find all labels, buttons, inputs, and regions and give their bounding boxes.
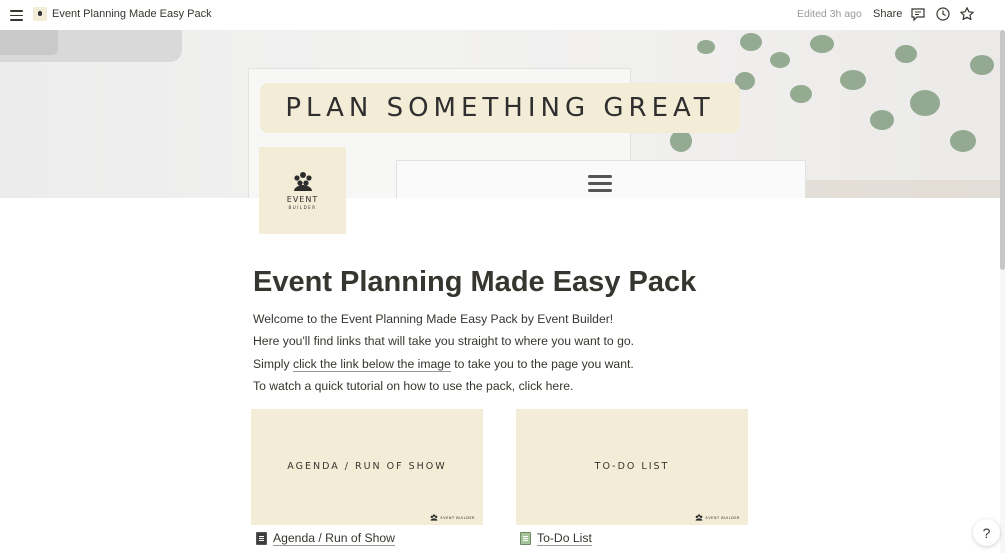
leaf-shape <box>950 130 976 152</box>
paragraph[interactable]: Welcome to the Event Planning Made Easy … <box>253 312 613 326</box>
card-title: TO-DO LIST <box>594 461 670 472</box>
event-builder-logo-icon <box>430 514 437 521</box>
leaf-shape <box>970 55 994 75</box>
card-logo-text: EVENT BUILDER <box>440 515 475 520</box>
cover-banner: PLAN SOMETHING GREAT <box>260 83 740 133</box>
leaf-shape <box>770 52 790 68</box>
scrollbar[interactable] <box>1000 30 1005 553</box>
cover-banner-text: PLAN SOMETHING GREAT <box>285 93 715 123</box>
leaf-shape <box>740 33 762 51</box>
cover-laptop-shape <box>0 30 182 62</box>
share-button[interactable]: Share <box>873 8 902 20</box>
paragraph-text: to take you to the page you want. <box>450 357 634 371</box>
star-icon[interactable] <box>959 6 975 22</box>
paragraph[interactable]: To watch a quick tutorial on how to use … <box>253 379 573 393</box>
comment-icon[interactable] <box>910 6 926 22</box>
card-link-agenda[interactable]: Agenda / Run of Show <box>256 531 395 546</box>
leaf-shape <box>840 70 866 90</box>
logo-subtext: BUILDER <box>288 205 317 210</box>
leaf-shape <box>670 130 692 152</box>
card-title: AGENDA / RUN OF SHOW <box>287 461 447 472</box>
checklist-icon <box>520 532 531 545</box>
event-builder-logo-icon <box>293 172 312 191</box>
menu-icon[interactable] <box>9 7 25 23</box>
inline-link[interactable]: click the link below the image <box>292 357 451 372</box>
leaf-shape <box>810 35 834 53</box>
card-logo-text: EVENT BUILDER <box>705 515 740 520</box>
paragraph[interactable]: Here you'll find links that will take yo… <box>253 334 634 348</box>
cover-rings-shape <box>588 175 612 195</box>
logo-text: EVENT <box>286 195 319 204</box>
card-logo: EVENT BUILDER <box>695 514 740 521</box>
card-link-label[interactable]: To-Do List <box>537 531 592 546</box>
edited-timestamp: Edited 3h ago <box>797 8 862 20</box>
cover-table-shape <box>806 180 1000 198</box>
leaf-shape <box>910 90 940 116</box>
paragraph-text: Simply <box>253 357 293 371</box>
help-button[interactable]: ? <box>973 519 1000 546</box>
leaf-shape <box>790 85 812 103</box>
scrollbar-thumb[interactable] <box>1000 30 1005 270</box>
leaf-shape <box>697 40 715 54</box>
cover-image[interactable]: PLAN SOMETHING GREAT <box>0 30 1000 198</box>
card-link-todo[interactable]: To-Do List <box>520 531 592 546</box>
event-builder-logo-icon <box>695 514 702 521</box>
card-agenda-image[interactable]: AGENDA / RUN OF SHOW EVENT BUILDER <box>251 409 483 525</box>
top-bar: Event Planning Made Easy Pack Edited 3h … <box>0 0 1005 30</box>
document-icon <box>256 532 267 545</box>
card-todo-image[interactable]: TO-DO LIST EVENT BUILDER <box>516 409 748 525</box>
card-link-label[interactable]: Agenda / Run of Show <box>273 531 395 546</box>
leaf-shape <box>895 45 917 63</box>
page-title[interactable]: Event Planning Made Easy Pack <box>253 266 696 299</box>
breadcrumb[interactable]: Event Planning Made Easy Pack <box>52 8 212 20</box>
page-emoji-icon[interactable] <box>33 7 47 21</box>
paragraph[interactable]: Simply click the link below the image to… <box>253 357 634 372</box>
leaf-shape <box>870 110 894 130</box>
history-icon[interactable] <box>935 6 951 22</box>
card-logo: EVENT BUILDER <box>430 514 475 521</box>
page-icon[interactable]: EVENT BUILDER <box>259 147 346 234</box>
